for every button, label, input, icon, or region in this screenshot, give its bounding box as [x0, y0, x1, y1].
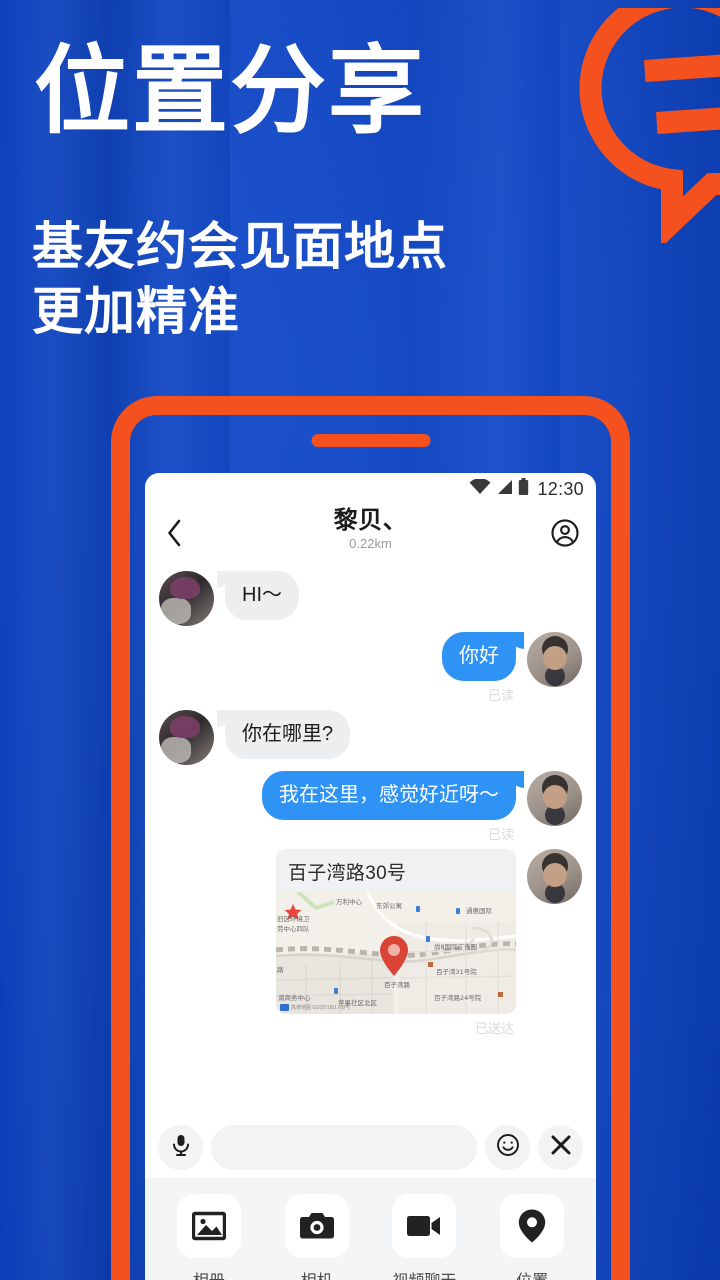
photo-library-icon	[176, 1194, 241, 1258]
svg-text:润商务中心: 润商务中心	[278, 993, 311, 1002]
bubble-wrap: 你好 已读	[442, 632, 527, 704]
svg-text:百子湾31号院: 百子湾31号院	[436, 967, 477, 976]
avatar[interactable]	[527, 771, 582, 826]
emoji-button[interactable]	[485, 1124, 530, 1170]
status-bar-clock: 12:30	[537, 478, 584, 499]
panel-label: 相册	[193, 1267, 225, 1280]
message-bubble[interactable]: HI～	[217, 571, 299, 620]
bubble-wrap: 百子湾路30号 万利中心 东郊公寓 通惠国际 旧区环境卫 劳中心四队 尚8国际广…	[276, 849, 527, 1037]
panel-label: 视频聊天	[392, 1267, 456, 1280]
message-status: 已读	[487, 688, 514, 703]
avatar[interactable]	[527, 632, 582, 687]
message-bubble[interactable]: 你在哪里?	[216, 710, 351, 759]
page-title: 位置分享	[34, 38, 426, 145]
map-attribution-text: 高德地图 GS(2018)1708号	[291, 1005, 351, 1011]
message-status: 已送达	[474, 1021, 514, 1036]
video-camera-icon	[392, 1194, 457, 1258]
back-button[interactable]	[159, 517, 189, 553]
map-attribution: 高德地图 GS(2018)1708号	[280, 1004, 350, 1011]
location-address: 百子湾路30号	[288, 863, 407, 884]
svg-text:万利中心: 万利中心	[336, 897, 363, 906]
microphone-icon	[170, 1133, 192, 1162]
panel-item-video-chat[interactable]: 视频聊天	[380, 1194, 468, 1280]
close-x-icon	[550, 1134, 572, 1161]
message-row: 你在哪里?	[159, 710, 582, 765]
contact-name: 黎贝、	[333, 507, 408, 534]
chevron-left-icon	[166, 519, 183, 552]
speech-bubble-outline-icon	[556, 0, 720, 248]
attachment-panel: 相册 相机 视频聊	[145, 1178, 596, 1280]
panel-item-camera[interactable]: 相机	[273, 1194, 361, 1280]
wifi-icon	[469, 477, 491, 500]
bubble-wrap: 我在这里，感觉好近呀～ 已读	[262, 771, 527, 843]
svg-text:百子湾路: 百子湾路	[384, 980, 411, 989]
search-input[interactable]	[211, 1124, 477, 1170]
phone-speaker-grille	[311, 434, 430, 447]
message-bubble[interactable]: 你好	[442, 632, 524, 681]
voice-record-button[interactable]	[158, 1124, 203, 1170]
phone-screen: 12:30 黎贝、 0.22km HI～ 你好 已读 你在哪里? 我在这里，感觉…	[145, 473, 596, 1280]
message-row: HI～	[159, 571, 582, 626]
message-bubble[interactable]: 我在这里，感觉好近呀～	[262, 771, 524, 820]
panel-label: 位置	[516, 1267, 548, 1280]
close-panel-button[interactable]	[538, 1124, 583, 1170]
phone-mockup-frame: 12:30 黎贝、 0.22km HI～ 你好 已读 你在哪里? 我在这里，感觉…	[111, 396, 630, 1280]
account-circle-icon	[550, 518, 580, 553]
bubble-wrap: HI～	[214, 571, 299, 620]
chat-header-titles: 黎贝、 0.22km	[145, 507, 596, 553]
svg-text:百子湾路24号院: 百子湾路24号院	[434, 993, 482, 1002]
status-bar: 12:30	[145, 473, 596, 505]
svg-text:路: 路	[277, 965, 284, 974]
avatar[interactable]	[159, 571, 214, 626]
contact-distance: 0.22km	[349, 536, 392, 552]
page-subtitle: 基友约会见面地点 更加精准	[32, 214, 448, 345]
location-pin-icon	[500, 1194, 565, 1258]
smiley-face-icon	[495, 1132, 521, 1163]
panel-item-album[interactable]: 相册	[165, 1194, 253, 1280]
svg-text:通惠国际: 通惠国际	[466, 906, 493, 915]
svg-text:劳中心四队: 劳中心四队	[277, 924, 310, 933]
camera-icon	[284, 1194, 349, 1258]
cellular-signal-icon	[496, 479, 513, 500]
avatar[interactable]	[159, 710, 214, 765]
panel-item-location[interactable]: 位置	[488, 1194, 576, 1280]
profile-button[interactable]	[548, 518, 582, 552]
battery-full-icon	[518, 477, 529, 501]
message-input-bar	[145, 1116, 596, 1178]
avatar[interactable]	[527, 849, 582, 904]
svg-text:东郊公寓: 东郊公寓	[376, 901, 402, 910]
chat-header: 黎贝、 0.22km	[145, 505, 596, 565]
subtitle-line-2: 更加精准	[32, 283, 241, 341]
location-message-row: 百子湾路30号 万利中心 东郊公寓 通惠国际 旧区环境卫 劳中心四队 尚8国际广…	[159, 849, 582, 1037]
message-row: 你好 已读	[159, 632, 582, 704]
map-preview[interactable]: 万利中心 东郊公寓 通惠国际 旧区环境卫 劳中心四队 尚8国际广告园 百子湾31…	[276, 892, 516, 1014]
message-row: 我在这里，感觉好近呀～ 已读	[159, 771, 582, 843]
svg-text:尚8国际广告园: 尚8国际广告园	[434, 942, 477, 951]
svg-text:旧区环境卫: 旧区环境卫	[277, 914, 310, 923]
bubble-wrap: 你在哪里?	[214, 710, 351, 759]
panel-label: 相机	[301, 1267, 333, 1280]
message-list: HI～ 你好 已读 你在哪里? 我在这里，感觉好近呀～ 已读 百子湾路30号 万…	[145, 565, 596, 1116]
subtitle-line-1: 基友约会见面地点	[32, 218, 449, 275]
map-provider-logo-icon	[280, 1004, 289, 1011]
message-status: 已读	[487, 827, 514, 842]
location-card[interactable]: 百子湾路30号 万利中心 东郊公寓 通惠国际 旧区环境卫 劳中心四队 尚8国际广…	[276, 849, 516, 1014]
